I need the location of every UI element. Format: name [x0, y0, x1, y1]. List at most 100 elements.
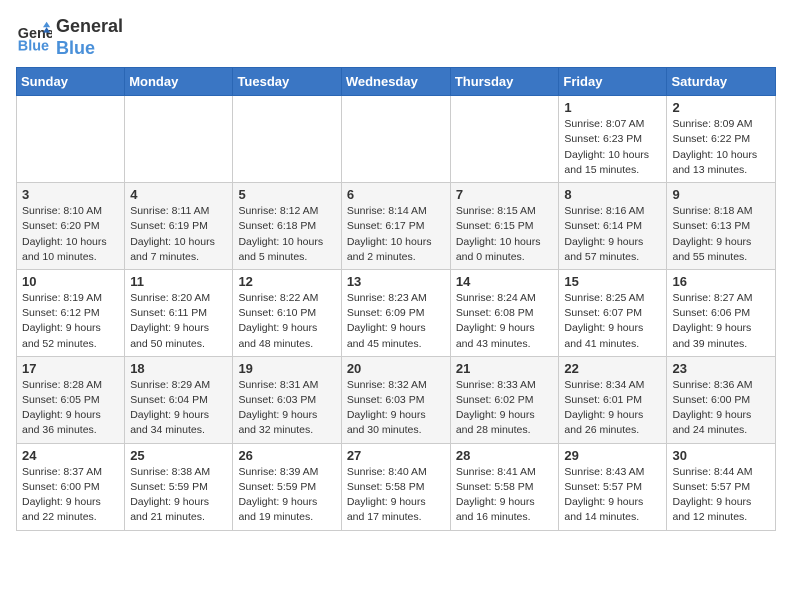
calendar-cell: 3Sunrise: 8:10 AMSunset: 6:20 PMDaylight…: [17, 183, 125, 270]
day-info: Sunrise: 8:44 AMSunset: 5:57 PMDaylight:…: [672, 465, 770, 526]
day-number: 4: [130, 187, 227, 202]
day-info: Sunrise: 8:29 AMSunset: 6:04 PMDaylight:…: [130, 378, 227, 439]
day-number: 7: [456, 187, 554, 202]
day-info: Sunrise: 8:41 AMSunset: 5:58 PMDaylight:…: [456, 465, 554, 526]
day-info: Sunrise: 8:22 AMSunset: 6:10 PMDaylight:…: [238, 291, 335, 352]
day-info: Sunrise: 8:25 AMSunset: 6:07 PMDaylight:…: [564, 291, 661, 352]
day-number: 19: [238, 361, 335, 376]
calendar-cell: 21Sunrise: 8:33 AMSunset: 6:02 PMDayligh…: [450, 356, 559, 443]
calendar-cell: 15 Sunrise: 8:25 AMSunset: 6:07 PMDayligh…: [559, 269, 667, 356]
day-number: 29: [564, 448, 661, 463]
logo-icon: General Blue: [16, 20, 52, 56]
day-info: Sunrise: 8:23 AMSunset: 6:09 PMDaylight:…: [347, 291, 445, 352]
day-number: 23: [672, 361, 770, 376]
calendar-cell: [233, 96, 341, 183]
day-number: 9: [672, 187, 770, 202]
day-number: 24: [22, 448, 119, 463]
day-info: Sunrise: 8:31 AMSunset: 6:03 PMDaylight:…: [238, 378, 335, 439]
calendar-week-row: 24 Sunrise: 8:37 AMSunset: 6:00 PMDayligh…: [17, 443, 776, 530]
day-number: 26: [238, 448, 335, 463]
day-info: Sunrise: 8:14 AMSunset: 6:17 PMDaylight:…: [347, 204, 445, 265]
day-info: Sunrise: 8:24 AMSunset: 6:08 PMDaylight:…: [456, 291, 554, 352]
day-number: 27: [347, 448, 445, 463]
calendar-cell: 14 Sunrise: 8:24 AMSunset: 6:08 PMDayligh…: [450, 269, 559, 356]
day-number: 14: [456, 274, 554, 289]
day-info: Sunrise: 8:12 AMSunset: 6:18 PMDaylight:…: [238, 204, 335, 265]
calendar-cell: 18 Sunrise: 8:29 AMSunset: 6:04 PMDayligh…: [125, 356, 233, 443]
svg-text:Blue: Blue: [18, 38, 49, 54]
day-info: Sunrise: 8:36 AMSunset: 6:00 PMDaylight:…: [672, 378, 770, 439]
day-number: 1: [564, 100, 661, 115]
calendar-cell: 13 Sunrise: 8:23 AMSunset: 6:09 PMDayligh…: [341, 269, 450, 356]
day-number: 16: [672, 274, 770, 289]
day-info: Sunrise: 8:18 AMSunset: 6:13 PMDaylight:…: [672, 204, 770, 265]
day-info: Sunrise: 8:43 AMSunset: 5:57 PMDaylight:…: [564, 465, 661, 526]
day-info: Sunrise: 8:07 AMSunset: 6:23 PMDaylight:…: [564, 117, 661, 178]
day-info: Sunrise: 8:33 AMSunset: 6:02 PMDaylight:…: [456, 378, 554, 439]
day-info: Sunrise: 8:19 AMSunset: 6:12 PMDaylight:…: [22, 291, 119, 352]
weekday-header-sunday: Sunday: [17, 68, 125, 96]
calendar-cell: 26 Sunrise: 8:39 AMSunset: 5:59 PMDayligh…: [233, 443, 341, 530]
day-info: Sunrise: 8:40 AMSunset: 5:58 PMDaylight:…: [347, 465, 445, 526]
calendar-cell: 29 Sunrise: 8:43 AMSunset: 5:57 PMDayligh…: [559, 443, 667, 530]
calendar-cell: 19 Sunrise: 8:31 AMSunset: 6:03 PMDayligh…: [233, 356, 341, 443]
day-number: 3: [22, 187, 119, 202]
calendar-cell: 25 Sunrise: 8:38 AMSunset: 5:59 PMDayligh…: [125, 443, 233, 530]
logo: General Blue General Blue: [16, 16, 123, 59]
calendar-week-row: 1 Sunrise: 8:07 AMSunset: 6:23 PMDaylight…: [17, 96, 776, 183]
day-number: 25: [130, 448, 227, 463]
calendar-header: SundayMondayTuesdayWednesdayThursdayFrid…: [17, 68, 776, 96]
day-number: 17: [22, 361, 119, 376]
day-number: 8: [564, 187, 661, 202]
day-info: Sunrise: 8:39 AMSunset: 5:59 PMDaylight:…: [238, 465, 335, 526]
weekday-header-friday: Friday: [559, 68, 667, 96]
day-info: Sunrise: 8:11 AMSunset: 6:19 PMDaylight:…: [130, 204, 227, 265]
day-number: 11: [130, 274, 227, 289]
weekday-header-saturday: Saturday: [667, 68, 776, 96]
calendar-cell: [17, 96, 125, 183]
day-number: 10: [22, 274, 119, 289]
day-number: 6: [347, 187, 445, 202]
weekday-header-row: SundayMondayTuesdayWednesdayThursdayFrid…: [17, 68, 776, 96]
day-info: Sunrise: 8:20 AMSunset: 6:11 PMDaylight:…: [130, 291, 227, 352]
calendar-cell: 10 Sunrise: 8:19 AMSunset: 6:12 PMDayligh…: [17, 269, 125, 356]
calendar-cell: 27 Sunrise: 8:40 AMSunset: 5:58 PMDayligh…: [341, 443, 450, 530]
day-number: 15: [564, 274, 661, 289]
day-info: Sunrise: 8:15 AMSunset: 6:15 PMDaylight:…: [456, 204, 554, 265]
calendar-cell: [341, 96, 450, 183]
day-number: 22: [564, 361, 661, 376]
weekday-header-wednesday: Wednesday: [341, 68, 450, 96]
calendar-week-row: 3Sunrise: 8:10 AMSunset: 6:20 PMDaylight…: [17, 183, 776, 270]
calendar-week-row: 10 Sunrise: 8:19 AMSunset: 6:12 PMDayligh…: [17, 269, 776, 356]
calendar-cell: 8 Sunrise: 8:16 AMSunset: 6:14 PMDaylight…: [559, 183, 667, 270]
day-number: 18: [130, 361, 227, 376]
weekday-header-monday: Monday: [125, 68, 233, 96]
calendar-cell: 23 Sunrise: 8:36 AMSunset: 6:00 PMDayligh…: [667, 356, 776, 443]
calendar-cell: 9 Sunrise: 8:18 AMSunset: 6:13 PMDaylight…: [667, 183, 776, 270]
calendar-week-row: 17 Sunrise: 8:28 AMSunset: 6:05 PMDayligh…: [17, 356, 776, 443]
calendar-cell: 20 Sunrise: 8:32 AMSunset: 6:03 PMDayligh…: [341, 356, 450, 443]
day-number: 12: [238, 274, 335, 289]
calendar-cell: 22Sunrise: 8:34 AMSunset: 6:01 PMDayligh…: [559, 356, 667, 443]
day-info: Sunrise: 8:32 AMSunset: 6:03 PMDaylight:…: [347, 378, 445, 439]
calendar-cell: 6 Sunrise: 8:14 AMSunset: 6:17 PMDaylight…: [341, 183, 450, 270]
day-info: Sunrise: 8:28 AMSunset: 6:05 PMDaylight:…: [22, 378, 119, 439]
day-number: 2: [672, 100, 770, 115]
calendar-cell: 11 Sunrise: 8:20 AMSunset: 6:11 PMDayligh…: [125, 269, 233, 356]
day-number: 20: [347, 361, 445, 376]
page-header: General Blue General Blue: [16, 16, 776, 59]
weekday-header-tuesday: Tuesday: [233, 68, 341, 96]
calendar-cell: 2Sunrise: 8:09 AMSunset: 6:22 PMDaylight…: [667, 96, 776, 183]
calendar-cell: 28 Sunrise: 8:41 AMSunset: 5:58 PMDayligh…: [450, 443, 559, 530]
day-number: 28: [456, 448, 554, 463]
calendar-cell: 12 Sunrise: 8:22 AMSunset: 6:10 PMDayligh…: [233, 269, 341, 356]
weekday-header-thursday: Thursday: [450, 68, 559, 96]
day-info: Sunrise: 8:38 AMSunset: 5:59 PMDaylight:…: [130, 465, 227, 526]
calendar-body: 1 Sunrise: 8:07 AMSunset: 6:23 PMDaylight…: [17, 96, 776, 530]
calendar-cell: 4 Sunrise: 8:11 AMSunset: 6:19 PMDaylight…: [125, 183, 233, 270]
day-info: Sunrise: 8:16 AMSunset: 6:14 PMDaylight:…: [564, 204, 661, 265]
day-info: Sunrise: 8:37 AMSunset: 6:00 PMDaylight:…: [22, 465, 119, 526]
day-number: 13: [347, 274, 445, 289]
day-number: 5: [238, 187, 335, 202]
calendar-cell: 30Sunrise: 8:44 AMSunset: 5:57 PMDayligh…: [667, 443, 776, 530]
